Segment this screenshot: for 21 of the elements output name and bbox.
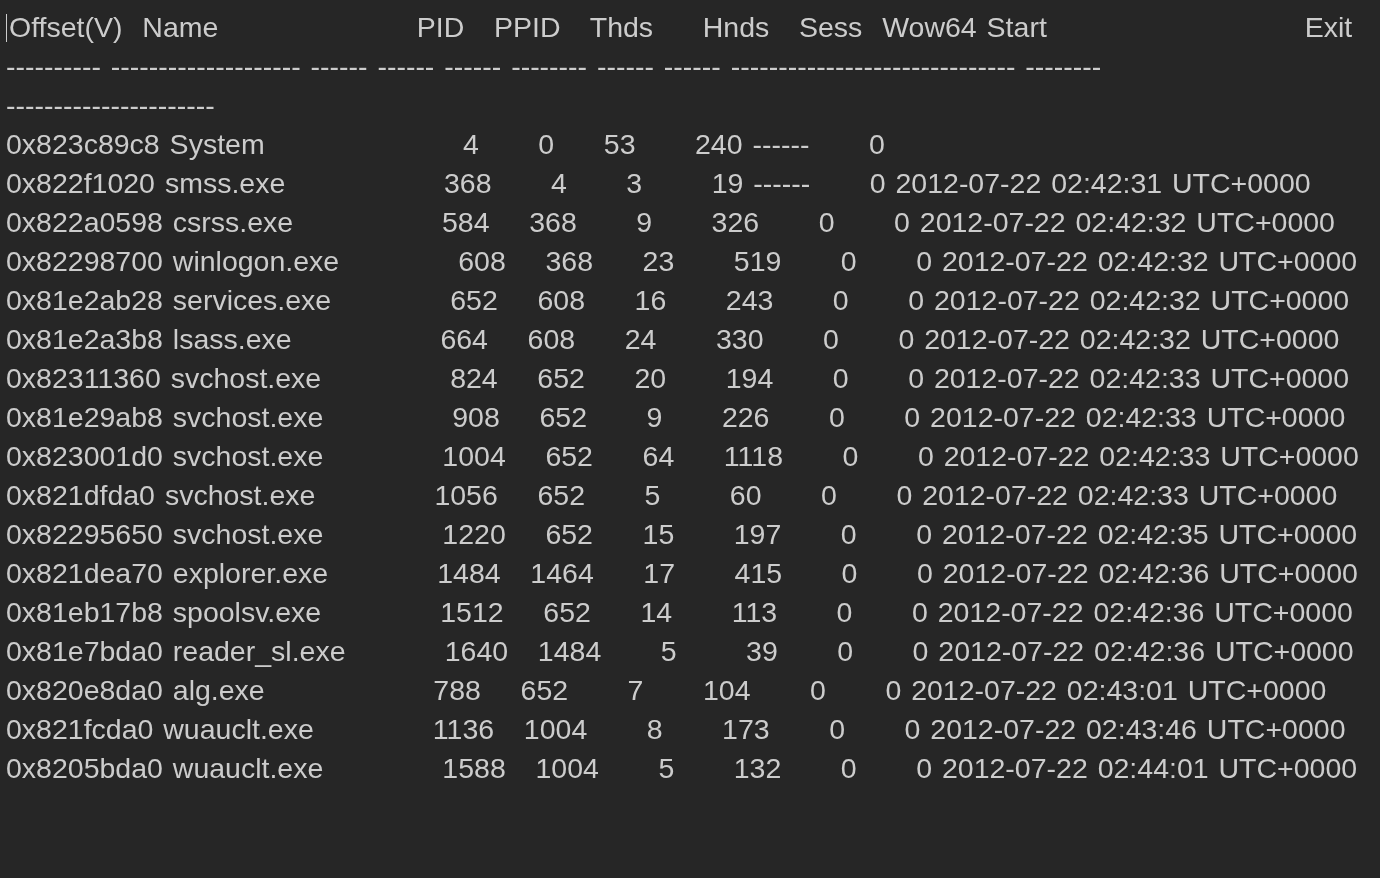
process-line: 0x82295650 svchost.exe 1220 652 15 197 0 0 2012-07-22 02:42:35 UTC+0000: [6, 518, 1358, 550]
process-line: 0x821dea70 explorer.exe 1484 1464 17 415 0 0 2012-07-22 02:42:36 UTC+0000: [6, 557, 1358, 589]
process-line: 0x81eb17b8 spoolsv.exe 1512 652 14 113 0 0 2012-07-22 02:42:36 UTC+0000: [6, 596, 1353, 628]
process-line: 0x82298700 winlogon.exe 608 368 23 519 0 0 2012-07-22 02:42:32 UTC+0000: [6, 245, 1358, 277]
separator-line: ----------------------: [6, 89, 215, 121]
process-line: 0x81e7bda0 reader_sl.exe 1640 1484 5 39 0 0 2012-07-22 02:42:36 UTC+0000: [6, 635, 1354, 667]
separator-line: ---------- -------------------- ------ ------ ------ -------- ------ ------ ------------------------------ --------: [6, 50, 1102, 82]
process-line: 0x822a0598 csrss.exe 584 368 9 326 0 0 2012-07-22 02:42:32 UTC+0000: [6, 206, 1335, 238]
process-line: 0x821dfda0 svchost.exe 1056 652 5 60 0 0 2012-07-22 02:42:33 UTC+0000: [6, 479, 1338, 511]
process-line: 0x821fcda0 wuauclt.exe 1136 1004 8 173 0 0 2012-07-22 02:43:46 UTC+0000: [6, 713, 1346, 745]
process-line: 0x8205bda0 wuauclt.exe 1588 1004 5 132 0 0 2012-07-22 02:44:01 UTC+0000: [6, 752, 1358, 784]
header-line: Offset(V) Name PID PPID Thds Hnds Sess Wow64 Start Exit: [9, 11, 1353, 43]
process-line: 0x823001d0 svchost.exe 1004 652 64 1118 0 0 2012-07-22 02:42:33 UTC+0000: [6, 440, 1359, 472]
process-line: 0x81e2ab28 services.exe 652 608 16 243 0 0 2012-07-22 02:42:32 UTC+0000: [6, 284, 1350, 316]
process-line: 0x823c89c8 System 4 0 53 240 ------ 0: [6, 128, 885, 160]
process-line: 0x81e29ab8 svchost.exe 908 652 9 226 0 0 2012-07-22 02:42:33 UTC+0000: [6, 401, 1346, 433]
text-cursor: [6, 14, 7, 42]
process-line: 0x81e2a3b8 lsass.exe 664 608 24 330 0 0 2012-07-22 02:42:32 UTC+0000: [6, 323, 1340, 355]
process-line: 0x820e8da0 alg.exe 788 652 7 104 0 0 2012-07-22 02:43:01 UTC+0000: [6, 674, 1327, 706]
process-line: 0x822f1020 smss.exe 368 4 3 19 ------ 0 2012-07-22 02:42:31 UTC+0000: [6, 167, 1311, 199]
process-line: 0x82311360 svchost.exe 824 652 20 194 0 0 2012-07-22 02:42:33 UTC+0000: [6, 362, 1350, 394]
